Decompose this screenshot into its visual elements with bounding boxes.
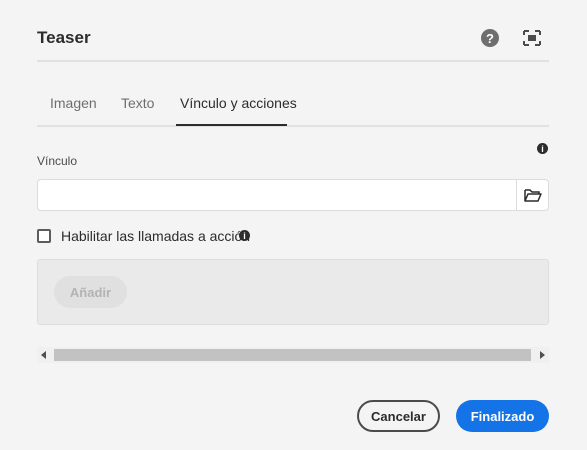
scroll-left-icon[interactable] — [41, 351, 46, 359]
scrollbar-thumb[interactable] — [54, 349, 531, 361]
info-icon[interactable]: i — [537, 143, 548, 154]
done-button[interactable]: Finalizado — [456, 400, 549, 432]
cta-checkbox[interactable] — [37, 229, 51, 243]
add-button[interactable]: Añadir — [54, 276, 127, 308]
fullscreen-icon[interactable] — [523, 30, 541, 46]
cta-panel: Añadir — [37, 259, 549, 325]
tab-list: Imagen Texto Vínculo y acciones — [37, 88, 549, 127]
cta-checkbox-label[interactable]: Habilitar las llamadas a acción — [61, 228, 250, 244]
help-icon[interactable]: ? — [481, 29, 499, 47]
dialog-header: Teaser ? — [37, 22, 549, 62]
tab-vinculo-acciones[interactable]: Vínculo y acciones — [180, 95, 297, 111]
link-label: Vínculo — [37, 154, 78, 168]
browse-button[interactable] — [516, 179, 549, 211]
tab-texto[interactable]: Texto — [121, 95, 154, 111]
scroll-right-icon[interactable] — [540, 351, 545, 359]
teaser-dialog: Teaser ? Imagen Texto Vínculo y acciones… — [0, 0, 587, 450]
dialog-title: Teaser — [37, 28, 91, 47]
cancel-button[interactable]: Cancelar — [357, 400, 440, 432]
folder-icon — [523, 189, 542, 202]
active-tab-indicator — [176, 124, 287, 126]
info-icon[interactable]: i — [239, 230, 250, 241]
link-input[interactable] — [37, 179, 517, 211]
tab-imagen[interactable]: Imagen — [50, 95, 97, 111]
horizontal-scrollbar[interactable] — [37, 347, 549, 363]
